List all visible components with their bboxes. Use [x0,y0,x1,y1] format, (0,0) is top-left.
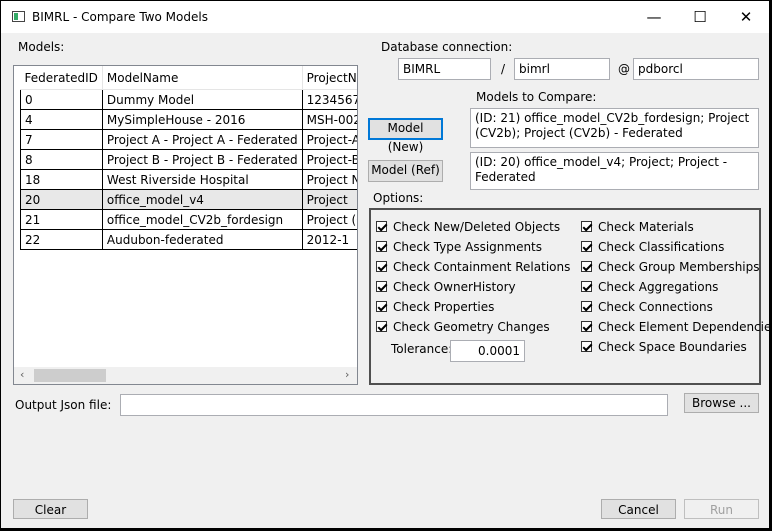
cell-projectnumber: Project (CV2b) [301,209,357,230]
column-header-projectnumber[interactable]: ProjectNumber [302,66,357,90]
table-row[interactable]: 18West Riverside HospitalProject Number [20,169,357,190]
scrollbar-thumb[interactable] [34,369,106,382]
checked-icon [581,281,592,292]
checkbox-label: Check Type Assignments [393,240,543,254]
db-separator-at: @ [618,62,630,76]
cell-projectnumber: Project Number [301,169,357,190]
models-table: FederatedID ModelName ProjectNumber 0Dum… [20,66,357,250]
checked-icon [581,221,592,232]
db-source-input[interactable]: BIMRL [398,58,491,80]
checked-icon [581,321,592,332]
window-title: BIMRL - Compare Two Models [32,10,208,24]
cell-federatedid: 18 [20,169,103,190]
models-to-compare-label: Models to Compare: [476,90,597,104]
checkbox-label: Check OwnerHistory [393,280,516,294]
cell-modelname: Project A - Project A - Federated [101,129,303,150]
cell-federatedid: 21 [20,209,103,230]
checked-icon [581,241,592,252]
output-json-input[interactable] [120,394,668,416]
checked-icon [581,261,592,272]
db-separator-slash: / [501,62,506,76]
cancel-button[interactable]: Cancel [601,499,676,519]
cell-modelname: Project B - Project B - Federated [101,149,303,170]
table-row[interactable]: 7 Project A - Project A - Federated Projec… [20,129,357,150]
cell-projectnumber: Project-A [301,129,357,150]
cell-modelname: MySimpleHouse - 2016 [101,109,303,130]
options-label: Options: [373,191,424,205]
db-user-input[interactable]: bimrl [514,58,610,80]
db-service-input[interactable]: pdborcl [633,58,759,80]
checked-icon [376,301,387,312]
model-new-field[interactable]: (ID: 21) office_model_CV2b_fordesign; Pr… [470,108,759,148]
cell-projectnumber: 2012-1 [301,229,357,250]
checkbox-label: Check Aggregations [598,280,719,294]
title-bar: BIMRL - Compare Two Models — ☐ ✕ [1,1,769,33]
model-new-button[interactable]: Model (New) [368,118,443,154]
output-json-label: Output Json file: [15,398,112,412]
cell-modelname: Dummy Model [101,89,303,110]
model-ref-field[interactable]: (ID: 20) office_model_v4; Project; Proje… [470,152,759,190]
maximize-button[interactable]: ☐ [677,1,723,33]
scroll-right-icon[interactable]: › [345,368,349,381]
table-row-selected[interactable]: 20 office_model_v4 Project [20,189,357,210]
cell-federatedid: 22 [20,229,103,250]
clear-button[interactable]: Clear [13,499,88,519]
checkbox-label: Check Group Memberships [598,260,760,274]
cell-projectnumber: MSH-002 [301,109,357,130]
compare-models-window: BIMRL - Compare Two Models — ☐ ✕ Models:… [1,1,772,530]
checkbox-label: Check Containment Relations [393,260,571,274]
checked-icon [376,241,387,252]
close-button[interactable]: ✕ [723,1,769,33]
options-group: Check New/Deleted Objects Check Type Ass… [369,208,772,385]
cell-federatedid: 8 [20,149,103,170]
checkbox-label: Check Materials [598,220,694,234]
checked-icon [376,221,387,232]
model-ref-button[interactable]: Model (Ref) [368,160,443,182]
cell-modelname: West Riverside Hospital [101,169,303,190]
cell-federatedid: 4 [20,109,103,130]
checkbox-label: Check Connections [598,300,713,314]
checked-icon [376,321,387,332]
browse-button[interactable]: Browse ... [684,393,759,413]
checkbox-label: Check Space Boundaries [598,340,747,354]
cell-modelname: office_model_CV2b_fordesign [101,209,303,230]
table-row[interactable]: 0 Dummy Model 1234567 [20,89,357,110]
cell-projectnumber: Project-B [301,149,357,170]
column-header-federatedid[interactable]: FederatedID [20,66,103,90]
cell-modelname: office_model_v4 [101,189,303,210]
cell-federatedid: 20 [20,189,103,210]
cell-federatedid: 0 [20,89,103,110]
checked-icon [581,301,592,312]
checked-icon [581,341,592,352]
checkbox-label: Check Element Dependencies [598,320,772,334]
cell-federatedid: 7 [20,129,103,150]
checkbox-label: Check New/Deleted Objects [393,220,561,234]
table-row[interactable]: 8 Project B - Project B - Federated Projec… [20,149,357,170]
horizontal-scrollbar[interactable]: ‹ › [14,367,357,384]
column-header-modelname[interactable]: ModelName [102,66,303,90]
cell-projectnumber: Project [301,189,357,210]
table-row[interactable]: 22 Audubon-federated 2012-1 [20,229,357,250]
cell-modelname: Audubon-federated [101,229,303,250]
table-row[interactable]: 21office_model_CV2b_fordesignProject (CV… [20,209,357,230]
checkbox-label: Check Classifications [598,240,725,254]
models-grid[interactable]: FederatedID ModelName ProjectNumber 0Dum… [13,65,358,385]
checkbox-label: Check Properties [393,300,495,314]
tolerance-input[interactable]: 0.0001 [450,340,525,362]
tolerance-label: Tolerance: [391,342,453,356]
table-row[interactable]: 4 MySimpleHouse - 2016 MSH-002 [20,109,357,130]
scroll-left-icon[interactable]: ‹ [20,368,24,381]
run-button[interactable]: Run [684,499,759,519]
cell-projectnumber: 1234567 [301,89,357,110]
checked-icon [376,281,387,292]
database-connection-label: Database connection: [381,40,513,54]
app-icon [12,11,25,22]
models-label: Models: [18,40,65,54]
checked-icon [376,261,387,272]
checkbox-label: Check Geometry Changes [393,320,550,334]
minimize-button[interactable]: — [631,1,677,33]
